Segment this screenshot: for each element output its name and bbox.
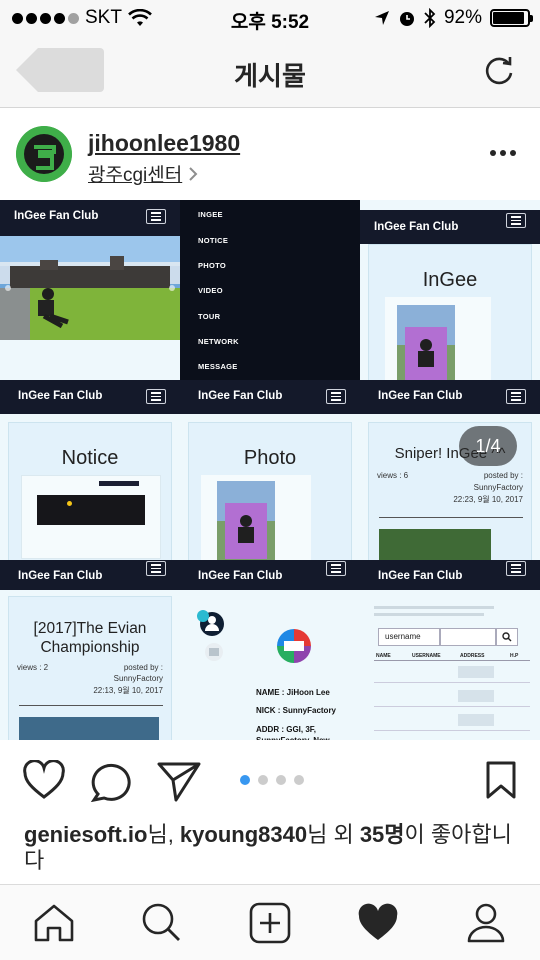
page-title: 게시물 bbox=[234, 61, 306, 91]
hamburger-icon bbox=[506, 213, 526, 228]
screenshot-tile-menu: INGEE NOTICE PHOTO VIDEO TOUR NETWORK ME… bbox=[180, 200, 360, 380]
like-user-2[interactable]: kyoung8340 bbox=[180, 822, 307, 847]
post-image[interactable]: InGee Fan Club INGEE NOTICE PHOTO VIDEO … bbox=[0, 200, 540, 740]
screenshot-tile-profile: InGee Fan Club NAME : JiHoon Lee NICK : … bbox=[180, 560, 360, 740]
site-title: InGee Fan Club bbox=[378, 390, 463, 402]
tile-heading: Notice bbox=[61, 447, 119, 469]
site-title: InGee Fan Club bbox=[14, 210, 99, 222]
table-col-username: USERNAME bbox=[412, 653, 441, 659]
carousel-dots bbox=[240, 775, 304, 785]
search-icon[interactable] bbox=[140, 901, 182, 943]
bookmark-icon[interactable] bbox=[484, 760, 518, 800]
post-location[interactable]: 광주cgi센터 bbox=[88, 160, 198, 187]
post-posted-by: posted by : bbox=[483, 471, 523, 480]
carousel-dot bbox=[276, 775, 286, 785]
share-icon[interactable] bbox=[156, 760, 202, 802]
battery-percent: 92% bbox=[443, 7, 482, 28]
chevron-right-icon bbox=[189, 166, 198, 181]
post-date: 22:13, 9월 10, 2017 bbox=[93, 686, 163, 695]
table-search-select: username bbox=[378, 628, 440, 646]
profile-name: NAME : JiHoon Lee bbox=[256, 688, 330, 697]
site-title: InGee Fan Club bbox=[18, 570, 103, 582]
table-col-hp: H.P bbox=[510, 653, 519, 659]
tile-heading: Photo bbox=[243, 447, 297, 469]
screenshot-tile-evian: InGee Fan Club [2017]The Evian Champions… bbox=[0, 560, 180, 740]
hamburger-icon bbox=[146, 561, 166, 576]
menu-item: NOTICE bbox=[198, 236, 229, 245]
bluetooth-icon bbox=[424, 8, 436, 28]
comment-icon[interactable] bbox=[90, 760, 134, 802]
menu-item: MESSAGE bbox=[198, 362, 238, 371]
nav-bar: 게시물 bbox=[0, 36, 540, 108]
post-date: 22:23, 9월 10, 2017 bbox=[453, 495, 523, 504]
like-user-1[interactable]: geniesoft.io bbox=[24, 822, 147, 847]
screenshot-tile-home: InGee Fan Club bbox=[0, 200, 180, 380]
logo-icon bbox=[277, 629, 311, 663]
golf-photo bbox=[0, 236, 180, 340]
hamburger-icon bbox=[326, 389, 346, 404]
add-post-icon[interactable] bbox=[248, 901, 292, 945]
alarm-icon bbox=[399, 12, 414, 26]
menu-item: NETWORK bbox=[198, 337, 239, 346]
tile-heading: InGee bbox=[422, 269, 478, 291]
search-icon bbox=[502, 632, 512, 642]
like-count[interactable]: 35명 bbox=[360, 822, 405, 847]
tab-bar bbox=[0, 884, 540, 960]
table-col-name: NAME bbox=[376, 653, 391, 659]
post-author: SunnyFactory bbox=[113, 674, 163, 683]
post-posted-by: posted by : bbox=[123, 663, 163, 672]
screenshot-tile-notice: InGee Fan Club Notice bbox=[0, 380, 180, 560]
carousel-indicator: 1/4 bbox=[459, 426, 517, 466]
screenshot-tile-photo: InGee Fan Club Photo bbox=[180, 380, 360, 560]
screenshot-tile-table: InGee Fan Club username NAME USERNAME AD… bbox=[360, 560, 540, 740]
location-arrow-icon bbox=[374, 11, 389, 25]
site-title: InGee Fan Club bbox=[198, 570, 283, 582]
menu-item: TOUR bbox=[198, 312, 221, 321]
site-title: InGee Fan Club bbox=[374, 221, 459, 233]
screenshot-tile-sniper: InGee Fan Club Sniper! InGee ^^ views : … bbox=[360, 380, 540, 560]
profile-addr: ADDR : GGI, 3F, SunnyFactory, New bbox=[256, 725, 330, 740]
hamburger-icon bbox=[146, 209, 166, 224]
avatar[interactable] bbox=[16, 126, 72, 182]
post-views: views : 6 bbox=[377, 471, 409, 480]
home-icon[interactable] bbox=[32, 903, 76, 943]
post-username[interactable]: jihoonlee1980 bbox=[88, 130, 240, 157]
battery-icon bbox=[490, 9, 533, 27]
hamburger-icon bbox=[146, 389, 166, 404]
location-label: 광주cgi센터 bbox=[88, 165, 183, 186]
post-author: SunnyFactory bbox=[473, 483, 523, 492]
post-views: views : 2 bbox=[17, 663, 49, 672]
carousel-dot bbox=[258, 775, 268, 785]
profile-icon[interactable] bbox=[464, 901, 508, 945]
menu-item: INGEE bbox=[198, 210, 223, 219]
heart-icon[interactable] bbox=[22, 760, 66, 800]
site-title: InGee Fan Club bbox=[198, 390, 283, 402]
more-dots-icon[interactable] bbox=[490, 150, 516, 156]
menu-item: VIDEO bbox=[198, 286, 223, 295]
chat-user-icon bbox=[197, 610, 224, 661]
post-title: [2017]The Evian Championship bbox=[33, 620, 147, 656]
profile-nick: NICK : SunnyFactory bbox=[256, 706, 337, 715]
status-bar: SKT 오후 5:52 92% bbox=[0, 0, 540, 36]
carousel-dot bbox=[294, 775, 304, 785]
menu-item: PHOTO bbox=[198, 261, 227, 270]
screenshot-tile-ingee: InGee Fan Club InGee bbox=[360, 200, 540, 380]
chair-photo bbox=[217, 481, 275, 560]
site-title: InGee Fan Club bbox=[378, 570, 463, 582]
refresh-icon[interactable] bbox=[482, 54, 516, 88]
carousel-dot bbox=[240, 775, 250, 785]
site-title: InGee Fan Club bbox=[18, 390, 103, 402]
hamburger-icon bbox=[506, 561, 526, 576]
hamburger-icon bbox=[326, 561, 346, 576]
table-col-address: ADDRESS bbox=[460, 653, 485, 659]
chair-photo bbox=[397, 305, 455, 380]
likes-summary[interactable]: geniesoft.io님, kyoung8340님 외 35명이 좋아합니다 bbox=[24, 822, 524, 874]
hamburger-icon bbox=[506, 389, 526, 404]
activity-heart-icon[interactable] bbox=[356, 903, 400, 943]
